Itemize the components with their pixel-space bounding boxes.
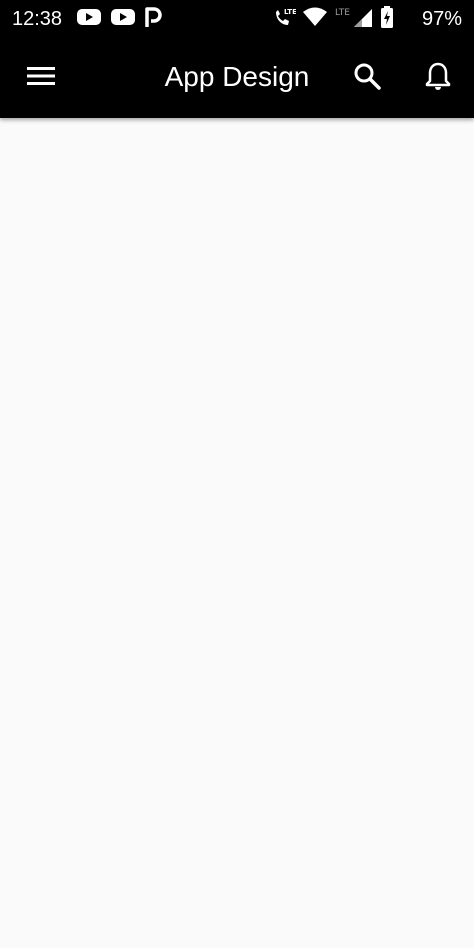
youtube-icon [110, 7, 136, 32]
svg-text:LTE: LTE [284, 8, 296, 16]
youtube-icon [76, 7, 102, 32]
lte-signal-icon: LTE [334, 5, 374, 34]
p-app-icon [144, 6, 162, 33]
status-time: 12:38 [12, 8, 63, 30]
svg-text:LTE: LTE [335, 8, 350, 18]
main-content [0, 118, 474, 948]
notifications-button[interactable] [418, 58, 458, 98]
wifi-icon [302, 7, 328, 32]
search-button[interactable] [347, 58, 387, 98]
system-icons: LTE LTE [272, 5, 394, 34]
page-title: App Design [164, 61, 310, 92]
notification-icons [76, 6, 162, 33]
bell-icon [425, 61, 451, 96]
search-icon [353, 62, 381, 95]
status-bar: 12:38 LTE LTE 97% [0, 0, 474, 38]
battery-icon [380, 5, 394, 34]
battery-percent: 97% [421, 8, 462, 30]
lte-call-icon: LTE [272, 6, 297, 33]
app-screen: 12:38 LTE LTE 97% App Design [0, 0, 474, 948]
app-bar: App Design [0, 38, 474, 118]
